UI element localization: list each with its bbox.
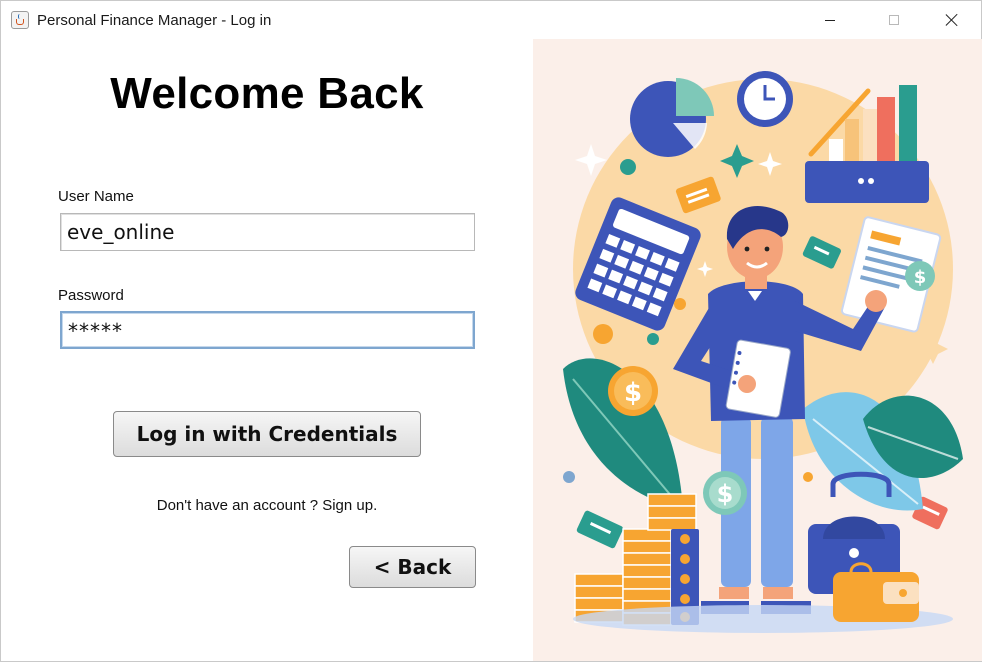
login-form-panel: Welcome Back User Name eve_online Passwo… [1, 39, 533, 661]
login-button[interactable]: Log in with Credentials [113, 411, 421, 457]
svg-text:$: $ [914, 267, 927, 288]
minimize-button[interactable] [807, 1, 853, 39]
signup-link[interactable]: Don't have an account ? Sign up. [1, 497, 533, 514]
window-title: Personal Finance Manager - Log in [37, 12, 272, 29]
close-icon [945, 13, 959, 27]
wallet-icon [833, 562, 919, 622]
svg-text:$: $ [717, 480, 734, 508]
username-field[interactable]: eve_online [60, 213, 475, 251]
teal-dot-small [647, 333, 659, 345]
dollar-badge-icon-left: $ [608, 366, 658, 416]
svg-text:$: $ [624, 378, 642, 408]
maximize-button[interactable] [871, 1, 917, 39]
illustration-art: $ $ $ [563, 71, 963, 633]
orange-dot-tiny [803, 472, 813, 482]
finance-illustration: $ $ $ [533, 39, 982, 661]
orange-dot-small [674, 298, 686, 310]
teal-card-icon-2 [576, 510, 624, 549]
dollar-badge-icon-right: $ [905, 261, 935, 291]
java-app-icon [11, 11, 29, 29]
password-label: Password [58, 287, 124, 304]
minimize-icon [825, 19, 835, 21]
right-plant-icon [803, 392, 963, 511]
maximize-icon [889, 15, 899, 25]
back-button[interactable]: < Back [349, 546, 476, 588]
title-bar: Personal Finance Manager - Log in [1, 1, 981, 39]
orange-dot [593, 324, 613, 344]
tablet-icon [725, 339, 791, 418]
username-label: User Name [58, 188, 134, 205]
page-title: Welcome Back [110, 69, 424, 118]
password-field[interactable]: ***** [60, 311, 475, 349]
login-window: Personal Finance Manager - Log in Welcom… [0, 0, 982, 662]
clock-icon [737, 71, 793, 127]
blue-dot [563, 471, 575, 483]
teal-dot [620, 159, 636, 175]
close-button[interactable] [929, 1, 975, 39]
dollar-badge-icon-bottom: $ [703, 471, 747, 515]
